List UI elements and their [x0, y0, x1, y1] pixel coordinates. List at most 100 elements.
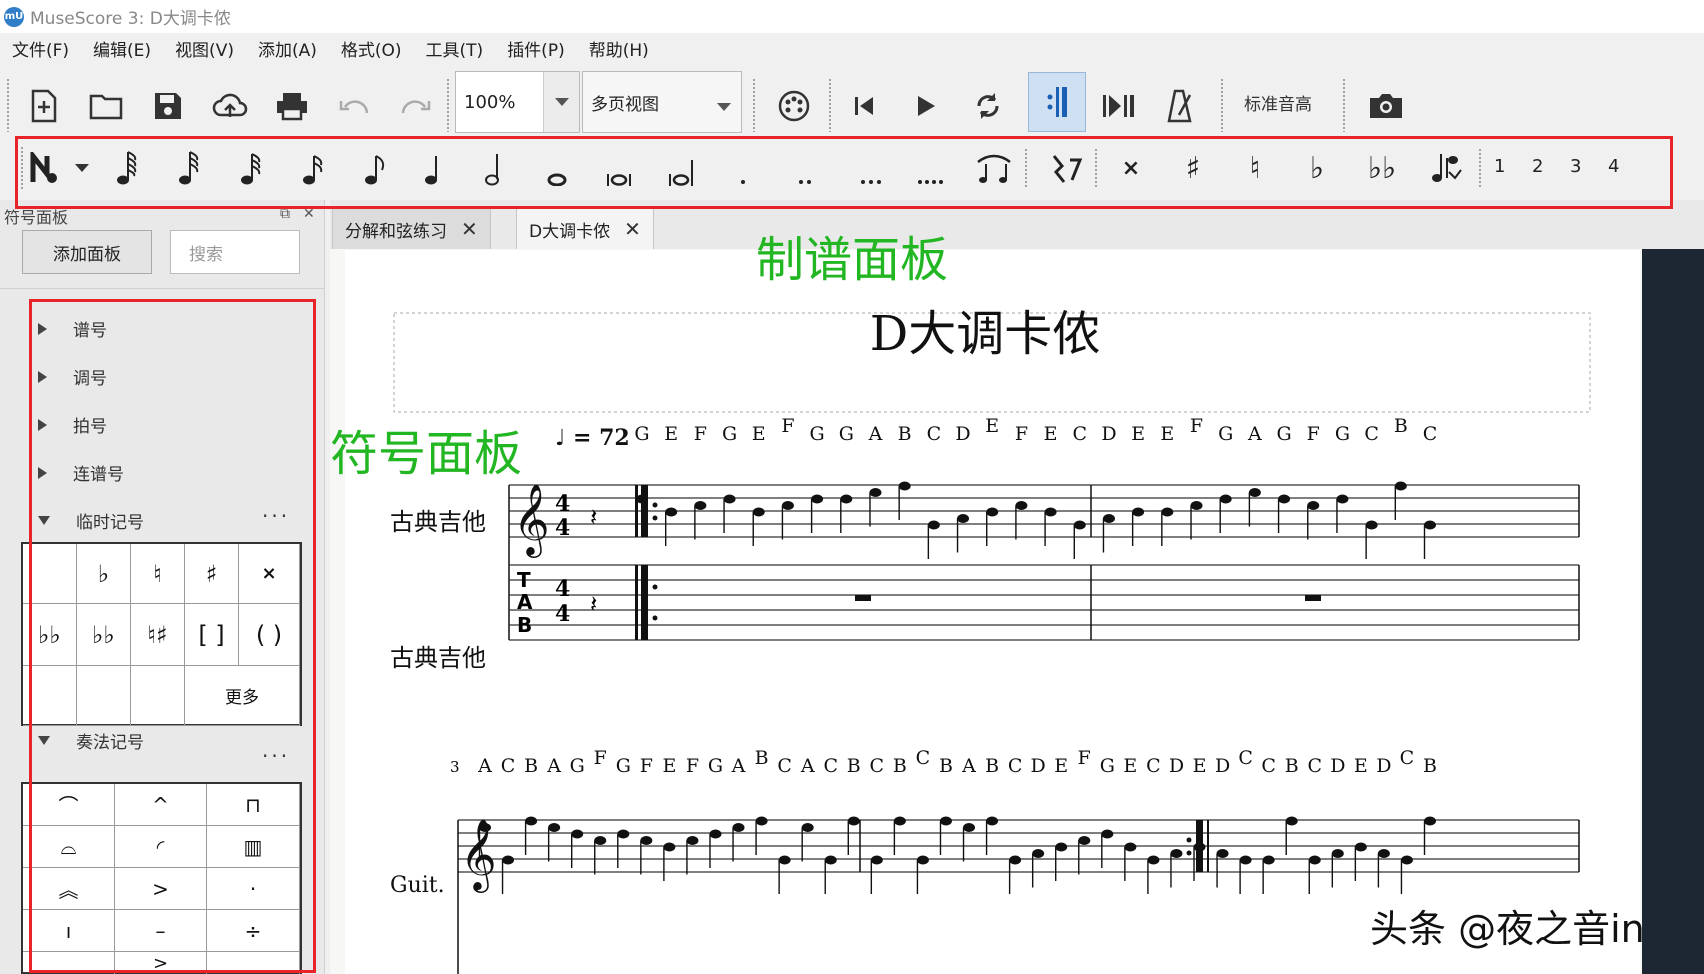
- pan-score-icon[interactable]: [1098, 86, 1138, 126]
- double-sharp-icon[interactable]: ×: [239, 544, 300, 604]
- upload-cloud-icon[interactable]: [210, 86, 250, 126]
- note-32nd-icon[interactable]: [236, 148, 266, 188]
- double-dot-icon[interactable]: [790, 148, 820, 188]
- double-sharp-icon[interactable]: ×: [1116, 148, 1146, 188]
- double-marcato-icon[interactable]: ︽: [23, 868, 115, 910]
- save-icon[interactable]: [148, 86, 188, 126]
- very-long-fermata-icon[interactable]: ▥: [207, 826, 300, 868]
- menu-format[interactable]: 格式(O): [341, 36, 402, 61]
- menu-view[interactable]: 视图(V): [175, 36, 234, 61]
- palette-cell[interactable]: [23, 952, 115, 974]
- view-mode-select[interactable]: 多页视图: [582, 71, 742, 133]
- toolbar-grip[interactable]: [1094, 148, 1098, 188]
- new-score-icon[interactable]: [24, 86, 64, 126]
- sharp-arrow-icon[interactable]: ♮♯: [131, 604, 185, 666]
- play-repeats-toggle-icon[interactable]: [1028, 72, 1086, 132]
- toolbar-grip[interactable]: [1220, 78, 1224, 132]
- palette-cell[interactable]: [77, 666, 131, 726]
- rewind-icon[interactable]: [844, 86, 884, 126]
- triple-dot-icon[interactable]: [856, 148, 886, 188]
- more-options-icon[interactable]: ···: [262, 504, 290, 528]
- toolbar-grip[interactable]: [1024, 148, 1028, 188]
- camera-icon[interactable]: [1366, 86, 1406, 126]
- concert-pitch-toggle[interactable]: 标准音高: [1244, 90, 1312, 115]
- print-icon[interactable]: [272, 86, 312, 126]
- toolbar-grip[interactable]: [752, 78, 756, 132]
- double-flat-icon[interactable]: ♭♭: [1364, 148, 1400, 188]
- menu-add[interactable]: 添加(A): [258, 36, 317, 61]
- sharp-icon[interactable]: ♯: [185, 544, 239, 604]
- metronome-icon[interactable]: [1160, 86, 1200, 126]
- menu-help[interactable]: 帮助(H): [589, 36, 649, 61]
- toolbar-grip[interactable]: [20, 146, 24, 190]
- open-folder-icon[interactable]: [86, 86, 126, 126]
- redo-icon[interactable]: [396, 86, 436, 126]
- flip-direction-icon[interactable]: [1428, 148, 1464, 188]
- flat-icon[interactable]: ♭: [1302, 148, 1332, 188]
- toolbar-grip[interactable]: [6, 78, 10, 132]
- double-flat-icon[interactable]: ♭♭: [23, 604, 77, 666]
- section-time-signatures[interactable]: 拍号: [38, 412, 107, 437]
- toolbar-grip[interactable]: [446, 78, 450, 132]
- zoom-value[interactable]: 100%: [456, 92, 543, 113]
- loop-icon[interactable]: [968, 86, 1008, 126]
- tenuto-bend-icon[interactable]: ◜: [115, 826, 207, 868]
- note-half-icon[interactable]: [480, 148, 510, 188]
- section-key-signatures[interactable]: 调号: [38, 364, 107, 389]
- chevron-down-icon[interactable]: [72, 148, 92, 188]
- rest-icon[interactable]: [1046, 148, 1086, 188]
- section-brackets[interactable]: 连谱号: [38, 460, 124, 485]
- section-accidentals[interactable]: 临时记号: [38, 508, 144, 533]
- voice-3-button[interactable]: 3: [1570, 156, 1581, 177]
- undo-icon[interactable]: [334, 86, 374, 126]
- quadruple-dot-icon[interactable]: [916, 148, 946, 188]
- palette-cell[interactable]: [23, 544, 77, 604]
- palette-search-input[interactable]: 搜索: [170, 230, 300, 274]
- sharp-icon[interactable]: ♯: [1178, 148, 1208, 188]
- note-input-mode-icon[interactable]: [28, 148, 62, 188]
- flat-arrow-icon[interactable]: ♭♭: [77, 604, 131, 666]
- fermata-icon[interactable]: ⌒: [23, 784, 115, 826]
- palette-cell[interactable]: [131, 666, 185, 726]
- menu-file[interactable]: 文件(F): [12, 36, 69, 61]
- mixer-icon[interactable]: [774, 86, 814, 126]
- voice-4-button[interactable]: 4: [1608, 156, 1619, 177]
- score-page[interactable]: D大调卡侬 ♩ = 72 古典吉他 古典吉他 Guit. 𝄞 4 4 𝄽 G E…: [345, 250, 1640, 974]
- menu-edit[interactable]: 编辑(E): [93, 36, 151, 61]
- tie-icon[interactable]: [974, 148, 1014, 188]
- menu-tools[interactable]: 工具(T): [426, 36, 484, 61]
- palette-cell[interactable]: [23, 666, 77, 726]
- natural-icon[interactable]: ♮: [131, 544, 185, 604]
- add-palette-button[interactable]: 添加面板: [22, 230, 152, 274]
- close-icon[interactable]: ✕: [624, 217, 641, 241]
- note-breve-icon[interactable]: [604, 148, 634, 188]
- augmentation-dot-icon[interactable]: [728, 148, 758, 188]
- palette-cell[interactable]: [207, 952, 300, 974]
- note-longa-icon[interactable]: [666, 148, 696, 188]
- note-128th-icon[interactable]: [112, 148, 142, 188]
- more-options-icon[interactable]: ···: [262, 744, 290, 768]
- more-button[interactable]: 更多: [185, 666, 300, 726]
- tab-broken-chord-exercise[interactable]: 分解和弦练习 ✕: [332, 208, 491, 249]
- note-whole-icon[interactable]: [542, 148, 572, 188]
- staccatissimo-icon[interactable]: ı: [23, 910, 115, 952]
- section-clefs[interactable]: 谱号: [38, 316, 107, 341]
- undock-icon[interactable]: ⧉: [280, 206, 290, 222]
- parentheses-icon[interactable]: ( ): [239, 604, 300, 666]
- close-icon[interactable]: ✕: [303, 206, 315, 222]
- tab-canon-in-d[interactable]: D大调卡侬 ✕: [516, 208, 654, 249]
- toolbar-grip[interactable]: [1478, 148, 1482, 188]
- toolbar-grip[interactable]: [828, 78, 832, 132]
- long-fermata-icon[interactable]: ⌓: [23, 826, 115, 868]
- staccato-icon[interactable]: ·: [207, 868, 300, 910]
- tenuto-icon[interactable]: –: [115, 910, 207, 952]
- section-articulations[interactable]: 奏法记号: [38, 728, 144, 753]
- brackets-icon[interactable]: [ ]: [185, 604, 239, 666]
- note-16th-icon[interactable]: [298, 148, 328, 188]
- toolbar-grip[interactable]: [1342, 78, 1346, 132]
- zoom-combobox[interactable]: 100%: [455, 71, 580, 133]
- note-quarter-icon[interactable]: [420, 148, 450, 188]
- note-64th-icon[interactable]: [174, 148, 204, 188]
- close-icon[interactable]: ✕: [461, 217, 478, 241]
- play-icon[interactable]: [906, 86, 946, 126]
